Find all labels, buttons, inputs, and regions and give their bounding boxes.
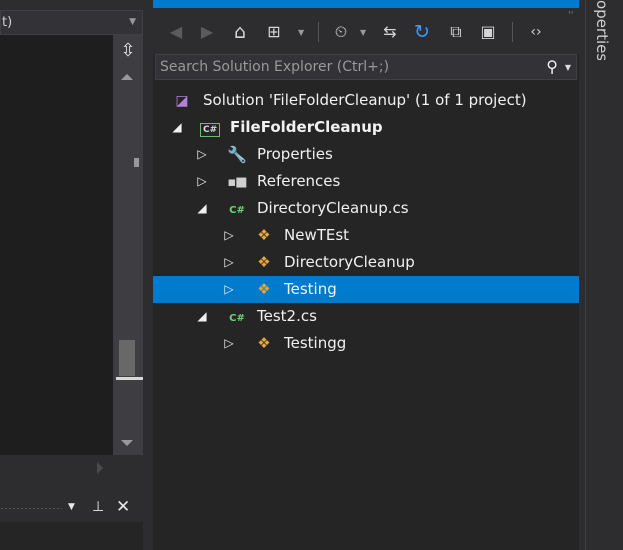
csharp-file-icon: C# bbox=[229, 205, 245, 216]
tree-item[interactable]: ▷ ❖ NewTEst bbox=[153, 222, 579, 249]
collapsed-arrow-icon[interactable]: ▷ bbox=[195, 141, 209, 168]
expanded-arrow-icon[interactable]: ◢ bbox=[195, 195, 209, 222]
collapsed-arrow-icon[interactable]: ▷ bbox=[222, 276, 236, 303]
pending-changes-icon[interactable]: ⏲ bbox=[328, 20, 354, 44]
solution-search-input[interactable] bbox=[160, 57, 530, 77]
tree-item-label: DirectoryCleanup bbox=[284, 253, 415, 271]
editor-horizontal-scrollbar[interactable] bbox=[0, 455, 143, 482]
tree-item-label: Testing bbox=[284, 280, 337, 298]
chevron-down-icon[interactable]: ▼ bbox=[68, 497, 75, 517]
properties-tab[interactable]: operties bbox=[590, 0, 614, 60]
refresh-icon[interactable]: ↻ bbox=[410, 20, 434, 44]
csharp-project-icon: C# bbox=[200, 114, 221, 141]
editor-dropdown-value: t) bbox=[2, 15, 13, 30]
tree-item-label: References bbox=[257, 172, 341, 190]
tree-item-label: Test2.cs bbox=[257, 307, 317, 325]
class-icon: ❖ bbox=[257, 226, 271, 244]
wrench-icon: 🔧 bbox=[227, 145, 247, 164]
view-code-icon[interactable]: ‹› bbox=[522, 20, 550, 44]
chevron-down-icon: ▼ bbox=[129, 17, 136, 27]
editor-vertical-scrollbar[interactable] bbox=[113, 35, 143, 455]
panel-grip[interactable]: '' bbox=[568, 10, 574, 21]
references-icon: ▪■ bbox=[227, 175, 247, 190]
tree-item[interactable]: ▷ ▪■ References bbox=[153, 168, 579, 195]
tree-item[interactable]: ◢ C# DirectoryCleanup.cs bbox=[153, 195, 579, 222]
collapsed-arrow-icon[interactable]: ▷ bbox=[195, 168, 209, 195]
scroll-thumb[interactable] bbox=[119, 340, 135, 376]
collapsed-arrow-icon[interactable]: ▷ bbox=[222, 249, 236, 276]
home-icon[interactable]: ⌂ bbox=[228, 20, 252, 44]
scroll-right-icon[interactable] bbox=[97, 462, 103, 474]
show-all-files-icon[interactable]: ▣ bbox=[476, 20, 500, 44]
chevron-down-icon[interactable]: ▼ bbox=[360, 28, 366, 37]
csharp-file-icon: C# bbox=[229, 313, 245, 324]
editor-member-dropdown[interactable]: t) ▼ bbox=[0, 10, 143, 35]
toolbar-separator bbox=[512, 22, 513, 42]
pin-icon[interactable]: ⊥ bbox=[92, 497, 104, 517]
back-icon[interactable]: ◀ bbox=[165, 20, 187, 44]
bottom-panel-body bbox=[0, 522, 143, 550]
chevron-down-icon[interactable]: ▼ bbox=[565, 63, 571, 72]
class-icon: ❖ bbox=[257, 253, 271, 271]
toolbar-separator bbox=[318, 22, 319, 42]
split-icon[interactable]: ⇳ bbox=[113, 40, 143, 62]
tree-item[interactable]: ◢ C# FileFolderCleanup bbox=[153, 114, 579, 141]
class-icon: ❖ bbox=[257, 334, 271, 352]
tree-item-label: NewTEst bbox=[284, 226, 350, 244]
forward-icon[interactable]: ▶ bbox=[196, 20, 218, 44]
scroll-down-icon[interactable] bbox=[121, 440, 133, 446]
tree-item[interactable]: ◪ Solution 'FileFolderCleanup' (1 of 1 pr… bbox=[153, 87, 579, 114]
class-icon: ❖ bbox=[257, 280, 271, 298]
sync-with-active-document-icon[interactable]: ⇆ bbox=[378, 20, 402, 44]
close-icon[interactable]: ✕ bbox=[116, 497, 130, 517]
scroll-up-icon[interactable] bbox=[121, 74, 133, 80]
tree-item-label: FileFolderCleanup bbox=[230, 118, 383, 136]
tree-item[interactable]: ▷ ❖ Testingg bbox=[153, 330, 579, 357]
expanded-arrow-icon[interactable]: ◢ bbox=[195, 303, 209, 330]
panel-grip[interactable] bbox=[0, 507, 62, 510]
search-icon[interactable]: ⚲ bbox=[546, 56, 558, 78]
collapse-all-icon[interactable]: ⧉ bbox=[444, 20, 468, 44]
tree-item-label: DirectoryCleanup.cs bbox=[257, 199, 409, 217]
expanded-arrow-icon[interactable]: ◢ bbox=[170, 114, 184, 141]
tree-item[interactable]: ◢ C# Test2.cs bbox=[153, 303, 579, 330]
scroll-caret-line bbox=[116, 377, 143, 380]
sync-icon[interactable]: ⊞ bbox=[262, 20, 286, 44]
dock-divider bbox=[585, 0, 586, 550]
tree-item-label: Testingg bbox=[284, 334, 347, 352]
tree-item[interactable]: ▷ 🔧 Properties bbox=[153, 141, 579, 168]
tree-item-label: Properties bbox=[257, 145, 333, 163]
tree-item-label: Solution 'FileFolderCleanup' (1 of 1 pro… bbox=[203, 91, 527, 109]
tree-item[interactable]: ▷ ❖ Testing bbox=[153, 276, 579, 303]
solution-search-box[interactable]: ⚲ ▼ bbox=[155, 54, 577, 80]
solution-icon: ◪ bbox=[175, 93, 189, 109]
scroll-marker bbox=[134, 158, 139, 167]
code-editor[interactable] bbox=[0, 35, 113, 455]
tree-item[interactable]: ▷ ❖ DirectoryCleanup bbox=[153, 249, 579, 276]
solution-explorer-titlebar[interactable] bbox=[153, 0, 579, 8]
collapsed-arrow-icon[interactable]: ▷ bbox=[222, 222, 236, 249]
chevron-down-icon[interactable]: ▼ bbox=[298, 28, 304, 37]
collapsed-arrow-icon[interactable]: ▷ bbox=[222, 330, 236, 357]
